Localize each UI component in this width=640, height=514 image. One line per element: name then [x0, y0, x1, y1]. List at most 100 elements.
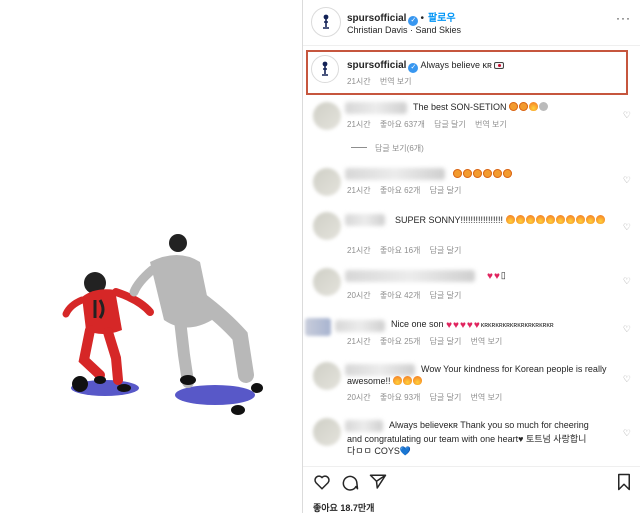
follow-button[interactable]: 팔로우 [428, 13, 456, 24]
heart-emoji: ♥ [493, 271, 500, 282]
account-avatar[interactable] [311, 7, 341, 37]
comment-username-blurred[interactable] [345, 102, 407, 114]
fire-emoji [525, 215, 535, 224]
comment-text: Nice one son [391, 319, 444, 329]
like-comment-icon[interactable]: ♡ [623, 175, 631, 186]
reply-button[interactable]: 답글 달기 [430, 246, 462, 255]
fire-emoji [555, 215, 565, 224]
comment-avatar[interactable] [313, 418, 341, 446]
heart-emoji: ♥ [446, 320, 452, 331]
post-like-count[interactable]: 좋아요 18.7만개 [313, 501, 374, 514]
comment-time: 21시간 [347, 186, 371, 195]
reply-button[interactable]: 답글 달기 [434, 120, 466, 129]
comment-username-blurred[interactable] [335, 320, 385, 332]
comment-likes[interactable]: 좋아요 62개 [380, 186, 421, 195]
star-eyes-emoji [503, 169, 512, 178]
fire-emoji [529, 102, 539, 111]
reply-button[interactable]: 답글 달기 [430, 393, 462, 402]
instagram-post-window: spursofficial ✓ • 팔로우 Christian Davis · San… [0, 0, 640, 513]
cockerel-logo-icon [323, 14, 329, 29]
heart-emoji: ♥ [487, 271, 493, 282]
comment-text: SUPER SONNY!!!!!!!!!!!!!!!!! [395, 215, 504, 225]
comment-avatar[interactable] [313, 268, 341, 296]
fire-emoji [413, 376, 423, 385]
comment-text: The best SON-SETION [413, 102, 507, 112]
comment-likes[interactable]: 좋아요 42개 [380, 291, 421, 300]
star-eyes-emoji [463, 169, 472, 178]
comment-text-line2: awesome!! [347, 376, 391, 386]
share-send-icon[interactable] [369, 473, 387, 491]
heart-emoji: ♥ [453, 320, 459, 331]
star-eyes-emoji [453, 169, 462, 178]
fire-emoji [545, 215, 555, 224]
comment-username-blurred[interactable] [345, 270, 475, 282]
comment-username-blurred[interactable] [345, 364, 415, 376]
reply-button[interactable]: 답글 달기 [430, 186, 462, 195]
comment-time: 21시간 [347, 337, 371, 346]
heart-emoji: ♥ [459, 320, 466, 331]
comment-item: ♥♥▯ 20시간 좋아요 42개 답글 달기 ♡ [303, 266, 640, 302]
like-comment-icon[interactable]: ♡ [623, 276, 631, 287]
like-comment-icon[interactable]: ♡ [623, 374, 631, 385]
reply-button[interactable]: 답글 달기 [430, 337, 462, 346]
caption-highlight-box [306, 50, 628, 95]
goat-emoji [539, 102, 549, 111]
account-name[interactable]: spursofficial [347, 13, 406, 24]
post-actions-bar: 좋아요 18.7만개 [303, 466, 640, 513]
football-illustration [62, 234, 263, 415]
comment-item: Wow Your kindness for Korean people is r… [303, 360, 640, 406]
comment-suffix: ᴋʀᴋʀᴋʀᴋʀᴋʀᴋʀᴋʀᴋʀᴋʀᴋʀ [480, 322, 554, 329]
fire-emoji [393, 376, 403, 385]
comment-username-blurred[interactable] [345, 168, 445, 180]
fire-emoji [585, 215, 595, 224]
star-eyes-emoji [473, 169, 482, 178]
like-comment-icon[interactable]: ♡ [623, 324, 631, 335]
like-comment-icon[interactable]: ♡ [623, 110, 631, 121]
song-info[interactable]: Christian Davis · Sand Skies [347, 25, 461, 35]
comment-text: Always believeᴋʀ Thank you so much for c… [389, 420, 589, 430]
more-options-icon[interactable]: ··· [616, 11, 631, 25]
like-heart-icon[interactable] [313, 473, 331, 491]
star-eyes-emoji [509, 102, 519, 111]
post-image[interactable] [0, 0, 302, 513]
comment-username-blurred[interactable] [345, 214, 385, 226]
fire-emoji [403, 376, 413, 385]
like-comment-icon[interactable]: ♡ [623, 428, 631, 439]
comment-time: 21시간 [347, 246, 371, 255]
fire-emoji [505, 215, 515, 224]
comment-likes[interactable]: 좋아요 25개 [380, 337, 421, 346]
view-replies-button[interactable]: 답글 보기(6개) [351, 143, 424, 154]
comment-avatar[interactable] [313, 212, 341, 240]
comment-username-blurred[interactable] [345, 420, 383, 432]
reply-button[interactable]: 답글 달기 [430, 291, 462, 300]
comment-likes[interactable]: 좋아요 637개 [380, 120, 425, 129]
clap-emoji [519, 102, 529, 111]
comment-avatar[interactable] [305, 318, 331, 336]
comment-avatar[interactable] [313, 362, 341, 390]
post-header: spursofficial ✓ • 팔로우 Christian Davis · San… [303, 0, 640, 46]
comment-time: 20시간 [347, 393, 371, 402]
translate-button[interactable]: 번역 보기 [475, 120, 507, 129]
comment-item: 21시간 좋아요 62개 답글 달기 ♡ [303, 165, 640, 203]
like-comment-icon[interactable]: ♡ [623, 222, 631, 233]
comment-text-line3: 다ㅁㅁ COYS💙 [347, 446, 412, 456]
separator-dot: • [420, 13, 424, 24]
comment-avatar[interactable] [313, 168, 341, 196]
comment-time: 20시간 [347, 291, 371, 300]
translate-button[interactable]: 번역 보기 [471, 337, 503, 346]
heart-emoji: ♥ [466, 320, 473, 331]
fire-emoji [575, 215, 585, 224]
missing-glyph: ▯ [500, 270, 506, 280]
translate-button[interactable]: 번역 보기 [471, 393, 503, 402]
fire-emoji [515, 215, 525, 224]
comment-bubble-icon[interactable] [341, 473, 359, 491]
star-eyes-emoji [483, 169, 492, 178]
comment-likes[interactable]: 좋아요 16개 [380, 246, 421, 255]
heart-emoji: ♥ [473, 320, 480, 331]
fire-emoji [595, 215, 605, 224]
comment-likes[interactable]: 좋아요 93개 [380, 393, 421, 402]
comment-item: Nice one son ♥♥♥♥♥ᴋʀᴋʀᴋʀᴋʀᴋʀᴋʀᴋʀᴋʀᴋʀᴋʀ 2… [303, 316, 640, 352]
save-bookmark-icon[interactable] [615, 473, 633, 491]
comment-avatar[interactable] [313, 102, 341, 130]
fire-emoji [565, 215, 575, 224]
